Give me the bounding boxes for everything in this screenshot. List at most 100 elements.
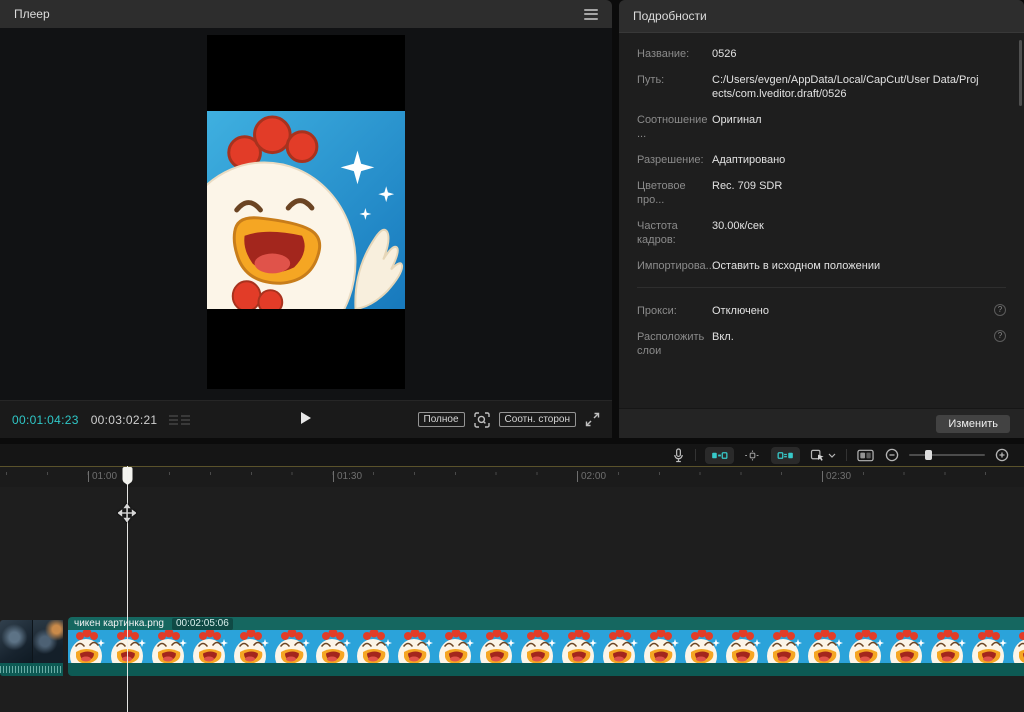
player-stage (0, 28, 612, 400)
chicken-preview-image (207, 111, 405, 309)
slider-track (909, 454, 985, 456)
field-value: Rec. 709 SDR (712, 180, 783, 192)
snap-toggle-button[interactable] (705, 446, 734, 464)
field-resolution: Разрешение: Адаптировано (637, 153, 1006, 167)
clip-thumbnail-tile (765, 630, 806, 663)
field-proxy: Прокси: Отключено ? (637, 304, 1006, 318)
current-timecode: 00:01:04:23 (12, 412, 79, 427)
video-thumbnail (0, 620, 32, 663)
field-label: Соотношение ... (637, 114, 708, 140)
toolbar-divider (695, 449, 696, 461)
clip-thumbnail-tile (847, 630, 888, 663)
link-clips-button[interactable] (743, 449, 762, 461)
player-controls: 00:01:04:23 00:03:02:21 Полное Соотн. ст… (0, 400, 612, 438)
thumbnail-view-button[interactable] (856, 449, 875, 462)
clip-cursor-icon (810, 449, 824, 461)
field-ratio: Соотношение ... Оригинал (637, 113, 1006, 141)
field-label: Расположить слои (637, 331, 705, 357)
timeline-ruler[interactable]: 01:00 01:30 02:00 02:30 (0, 466, 1024, 487)
zoom-out-button[interactable] (884, 448, 900, 462)
field-label: Прокси: (637, 305, 677, 317)
clip-thumbnail-tile (601, 630, 642, 663)
details-title: Подробности (633, 9, 707, 23)
quality-button[interactable]: Полное (417, 412, 465, 427)
field-layers: Расположить слои Вкл. ? (637, 330, 1006, 358)
clip-thumbnail-tile (273, 630, 314, 663)
clip-thumbnail-tile (683, 630, 724, 663)
field-value: 30.00к/сек (712, 220, 764, 232)
clip-header: чикен картинка.png 00:02:05:06 (68, 617, 1024, 630)
expand-icon (585, 412, 600, 427)
details-fields: Название: 0526 Путь: C:/Users/evgen/AppD… (619, 33, 1024, 358)
clip-thumbnails (68, 630, 1024, 663)
field-import: Импортирова... Оставить в исходном полож… (637, 259, 1006, 273)
clip-thumbnail-tile (396, 630, 437, 663)
magnifier-brackets-icon (473, 411, 490, 428)
clip-thumbnail-tile (724, 630, 765, 663)
track-area: чикен картинка.png 00:02:05:06 (0, 487, 1024, 712)
field-value: Оставить в исходном положении (712, 260, 881, 272)
clip-thumbnail-tile (355, 630, 396, 663)
zoom-in-button[interactable] (994, 448, 1010, 462)
microphone-icon (674, 447, 683, 462)
details-panel: Подробности Название: 0526 Путь: C:/User… (619, 0, 1024, 438)
circle-minus-icon (885, 448, 899, 462)
field-value: 0526 (712, 48, 737, 60)
clip-thumbnail-tile (191, 630, 232, 663)
timeline: 01:00 01:30 02:00 02:30 чикен картинка.p… (0, 444, 1024, 712)
slider-handle[interactable] (925, 450, 932, 460)
section-divider (637, 287, 1006, 288)
select-tool-dropdown[interactable] (809, 449, 837, 462)
audio-waveform (0, 663, 63, 676)
total-timecode: 00:03:02:21 (90, 412, 158, 427)
clip-thumbnail-tile (1011, 630, 1024, 663)
preview-axis-button[interactable] (771, 446, 800, 464)
fullscreen-button[interactable] (585, 412, 600, 427)
clip-thumbnail-tile (642, 630, 683, 663)
ruler-label: 02:30 (822, 471, 851, 482)
ruler-label: 01:30 (333, 471, 362, 482)
video-clip-thumbnails (0, 620, 63, 663)
timeline-zoom-slider[interactable] (909, 449, 985, 461)
capcut-app: Плеер 00:01:04:23 00:03:02:21 Полное Соо… (0, 0, 1024, 712)
field-value: Адаптировано (712, 154, 786, 166)
image-clip-chicken[interactable]: чикен картинка.png 00:02:05:06 (68, 617, 1024, 676)
circle-plus-icon (995, 448, 1009, 462)
chevron-down-icon (828, 453, 836, 458)
field-value: Оригинал (712, 114, 762, 126)
help-icon[interactable]: ? (994, 304, 1006, 316)
player-panel: Плеер 00:01:04:23 00:03:02:21 Полное Соо… (0, 0, 612, 438)
film-frames-icon (857, 449, 874, 461)
details-panel-header: Подробности (619, 0, 1024, 33)
linked-dashes-icon (745, 449, 760, 461)
field-value: C:/Users/evgen/AppData/Local/CapCut/User… (712, 74, 979, 100)
clip-name: чикен картинка.png (74, 617, 164, 629)
video-clip-left[interactable] (0, 620, 63, 676)
play-button[interactable] (300, 411, 312, 428)
field-name: Название: 0526 (637, 47, 1006, 61)
frames-grid-icon[interactable] (169, 413, 191, 427)
magnet-link-icon (777, 451, 793, 459)
clip-thumbnail-tile (109, 630, 150, 663)
player-panel-header: Плеер (0, 0, 612, 28)
record-voiceover-button[interactable] (671, 447, 686, 463)
help-icon[interactable]: ? (994, 330, 1006, 342)
details-scrollbar[interactable] (1019, 40, 1022, 106)
player-title: Плеер (14, 7, 50, 21)
video-thumbnail (31, 620, 63, 663)
zoom-preview-button[interactable] (473, 411, 490, 428)
field-framerate: Частота кадров: 30.00к/сек (637, 219, 1006, 247)
player-menu-icon[interactable] (584, 6, 598, 22)
timeline-toolbar (0, 444, 1024, 466)
details-footer: Изменить (619, 408, 1024, 438)
clip-thumbnail-tile (437, 630, 478, 663)
clip-thumbnail-tile (806, 630, 847, 663)
aspect-ratio-button[interactable]: Соотн. сторон (498, 412, 576, 427)
ruler-label: 02:00 (577, 471, 606, 482)
field-path: Путь: C:/Users/evgen/AppData/Local/CapCu… (637, 73, 1006, 101)
field-label: Разрешение: (637, 154, 704, 166)
field-label: Импортирова... (637, 260, 715, 272)
edit-button[interactable]: Изменить (936, 414, 1010, 433)
clip-thumbnail-tile (232, 630, 273, 663)
field-label: Частота кадров: (637, 220, 678, 246)
